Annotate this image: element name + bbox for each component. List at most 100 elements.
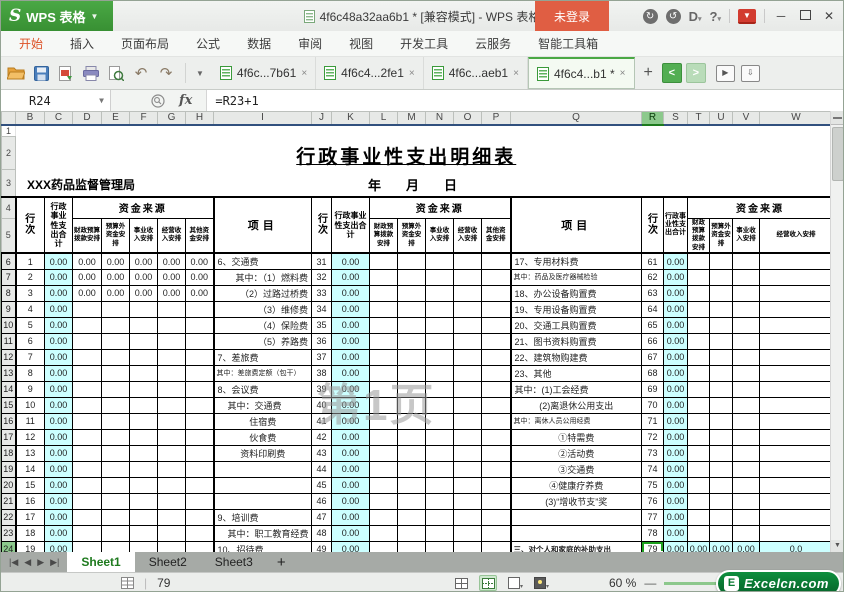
cell[interactable] xyxy=(709,460,733,478)
login-button[interactable]: 未登录 xyxy=(535,1,609,31)
cell[interactable]: XXX药品监督管理局 年 月 日 xyxy=(15,169,833,197)
cell[interactable]: 0.00 xyxy=(331,460,370,478)
cell[interactable]: 0.00 xyxy=(44,428,73,446)
cell[interactable] xyxy=(453,300,482,318)
export-share-icon[interactable]: ⇩ xyxy=(740,64,760,82)
cell[interactable]: 0.00 xyxy=(663,444,688,462)
cell[interactable] xyxy=(397,460,426,478)
cell[interactable] xyxy=(101,380,130,398)
cell[interactable]: 1 xyxy=(14,252,45,270)
cell[interactable] xyxy=(397,524,426,542)
row-header[interactable]: 4 xyxy=(1,196,16,219)
add-sheet-button[interactable]: + xyxy=(267,552,296,572)
sheet-tab-1[interactable]: Sheet1 xyxy=(67,552,135,572)
ribbon-tab-8[interactable]: 开发工具 xyxy=(400,35,448,52)
cell[interactable]: 0.00 xyxy=(663,476,688,494)
cell[interactable] xyxy=(687,364,710,382)
cell[interactable]: 34 xyxy=(311,300,332,318)
cell[interactable] xyxy=(425,476,454,494)
cell[interactable] xyxy=(397,284,426,302)
ribbon-tab-9[interactable]: 云服务 xyxy=(475,35,511,52)
cell[interactable] xyxy=(101,348,130,366)
cell[interactable]: 49 xyxy=(311,540,332,552)
cell[interactable] xyxy=(687,316,710,334)
cell[interactable]: 0.00 xyxy=(44,476,73,494)
cell[interactable] xyxy=(759,460,833,478)
cell[interactable]: 0.00 xyxy=(331,284,370,302)
play-view-icon[interactable]: ▶ xyxy=(715,64,735,82)
cell[interactable] xyxy=(481,252,511,270)
cell[interactable]: 0.00 xyxy=(331,332,370,350)
cell[interactable]: 0.00 xyxy=(331,540,370,552)
cell[interactable]: 0.00 xyxy=(663,284,688,302)
cell[interactable] xyxy=(425,492,454,510)
cell[interactable]: 0.00 xyxy=(44,316,73,334)
sheet-tab-3[interactable]: Sheet3 xyxy=(201,552,267,572)
select-all-corner[interactable] xyxy=(1,111,16,126)
cell[interactable] xyxy=(185,444,214,462)
vertical-scrollbar[interactable]: ▼ xyxy=(830,111,843,552)
save-icon[interactable] xyxy=(32,64,50,82)
cell[interactable]: 经营收入安排 xyxy=(759,217,833,255)
cell[interactable] xyxy=(453,380,482,398)
cell[interactable]: 64 xyxy=(641,300,664,318)
cell[interactable] xyxy=(185,364,214,382)
cell[interactable] xyxy=(687,332,710,350)
cell[interactable] xyxy=(101,396,130,414)
column-header-G[interactable]: G xyxy=(157,111,186,126)
cell[interactable] xyxy=(129,316,158,334)
cell[interactable] xyxy=(481,380,511,398)
toolbar-more-icon[interactable]: ▼ xyxy=(196,69,204,78)
cell[interactable]: 0.00 xyxy=(331,348,370,366)
cell[interactable] xyxy=(369,492,398,510)
row-header[interactable]: 1 xyxy=(1,124,16,137)
cell[interactable] xyxy=(453,444,482,462)
cell[interactable] xyxy=(185,380,214,398)
cell[interactable]: 0.00 xyxy=(44,284,73,302)
cell[interactable] xyxy=(397,444,426,462)
print-icon[interactable] xyxy=(82,64,100,82)
cell[interactable]: 0.00 xyxy=(44,460,73,478)
cell[interactable] xyxy=(453,332,482,350)
cell[interactable] xyxy=(759,364,833,382)
row-header[interactable]: 5 xyxy=(1,217,16,255)
cell[interactable] xyxy=(759,316,833,334)
cell[interactable] xyxy=(759,348,833,366)
cell[interactable]: 5 xyxy=(14,316,45,334)
cell[interactable] xyxy=(759,524,833,542)
cell[interactable]: 0.00 xyxy=(331,428,370,446)
cell[interactable] xyxy=(759,476,833,494)
cell[interactable] xyxy=(157,524,186,542)
cell[interactable] xyxy=(101,300,130,318)
cell[interactable] xyxy=(732,476,760,494)
redo-icon[interactable]: ↷ xyxy=(157,64,175,82)
cell[interactable] xyxy=(453,540,482,552)
cell[interactable]: 41 xyxy=(311,412,332,430)
row-header[interactable]: 14 xyxy=(1,380,16,398)
table-info-icon[interactable] xyxy=(121,577,134,589)
column-header-B[interactable]: B xyxy=(15,111,45,126)
cell[interactable]: (3)“增收节支”奖 xyxy=(509,492,642,510)
cell[interactable] xyxy=(129,540,158,552)
cell[interactable] xyxy=(212,476,312,494)
cell[interactable] xyxy=(732,268,760,286)
cell[interactable] xyxy=(687,412,710,430)
cell[interactable] xyxy=(185,332,214,350)
cell[interactable] xyxy=(481,364,511,382)
cell[interactable] xyxy=(453,524,482,542)
cell[interactable] xyxy=(101,444,130,462)
cell[interactable] xyxy=(709,396,733,414)
cell[interactable]: 0.00 xyxy=(44,396,73,414)
cell[interactable]: 10 xyxy=(14,396,45,414)
cell[interactable]: ②活动费 xyxy=(509,444,642,462)
cell[interactable] xyxy=(732,508,760,526)
cell[interactable] xyxy=(481,300,511,318)
document-tab-2[interactable]: 4f6c4...2fe1 × xyxy=(316,57,424,89)
row-header[interactable]: 11 xyxy=(1,332,16,350)
cell[interactable]: 0.00 xyxy=(44,364,73,382)
cell[interactable] xyxy=(709,300,733,318)
cell[interactable]: 事业收入安排 xyxy=(425,217,454,255)
row-header[interactable]: 7 xyxy=(1,268,16,286)
cell[interactable] xyxy=(425,508,454,526)
cell[interactable] xyxy=(453,508,482,526)
